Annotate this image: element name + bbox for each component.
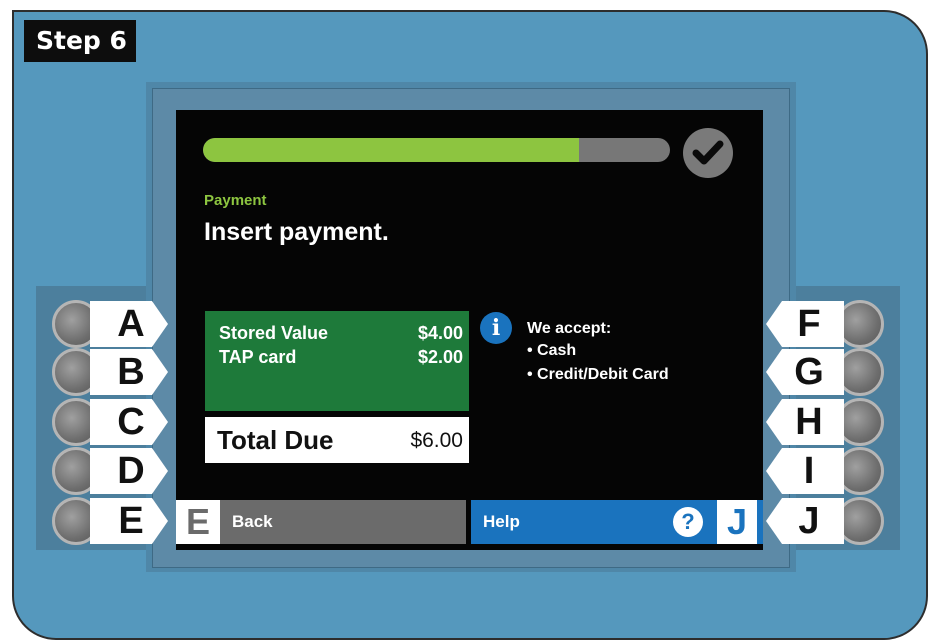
check-icon <box>683 128 733 178</box>
help-button-label: Help <box>483 512 520 531</box>
accept-item-cash: • Cash <box>527 342 577 359</box>
step-label: Payment <box>204 192 267 209</box>
tap-card-label: TAP card <box>219 347 297 367</box>
hardware-button-letter-d: D <box>117 450 145 492</box>
page-title: Insert payment. <box>204 218 389 246</box>
total-due-box: Total Due $6.00 <box>205 417 469 463</box>
total-due-amount: $6.00 <box>410 429 463 452</box>
info-icon: i <box>480 312 512 344</box>
hardware-button-letter-b: B <box>117 351 145 393</box>
hardware-button-letter-a: A <box>117 303 145 345</box>
stored-value-amount: $4.00 <box>417 323 463 343</box>
total-due-label: Total Due <box>217 425 334 455</box>
hardware-button-letter-e: E <box>118 500 144 542</box>
help-button[interactable]: Help ? J <box>471 500 763 544</box>
hardware-button-letter-h: H <box>795 401 823 443</box>
stored-value-label: Stored Value <box>219 323 329 343</box>
stored-value-box: Stored Value $4.00 TAP card $2.00 <box>205 311 469 411</box>
step-tag: Step 6 <box>24 20 136 62</box>
hardware-button-letter-i: I <box>803 450 815 492</box>
back-button-letter: E <box>176 500 220 544</box>
stored-value-row: Stored Value $4.00 <box>219 323 463 344</box>
back-button-label: Back <box>232 512 273 531</box>
tap-card-row: TAP card $2.00 <box>219 347 463 368</box>
accept-title: We accept: <box>527 320 612 337</box>
help-button-letter: J <box>717 500 757 544</box>
question-icon: ? <box>673 507 703 537</box>
machine-screen: Payment Insert payment. Stored Value $4.… <box>176 110 763 550</box>
accept-item-card: • Credit/Debit Card <box>527 366 669 383</box>
back-button[interactable]: E Back <box>176 500 466 544</box>
hardware-button-letter-c: C <box>117 401 145 443</box>
hardware-button-letter-g: G <box>794 351 824 393</box>
tap-card-amount: $2.00 <box>417 347 463 367</box>
progress-bar <box>203 138 670 162</box>
hardware-button-letter-f: F <box>797 303 821 345</box>
bottom-bar: E Back Help ? J <box>176 500 763 550</box>
progress-fill <box>203 138 579 162</box>
hardware-button-letter-j: J <box>798 500 820 542</box>
